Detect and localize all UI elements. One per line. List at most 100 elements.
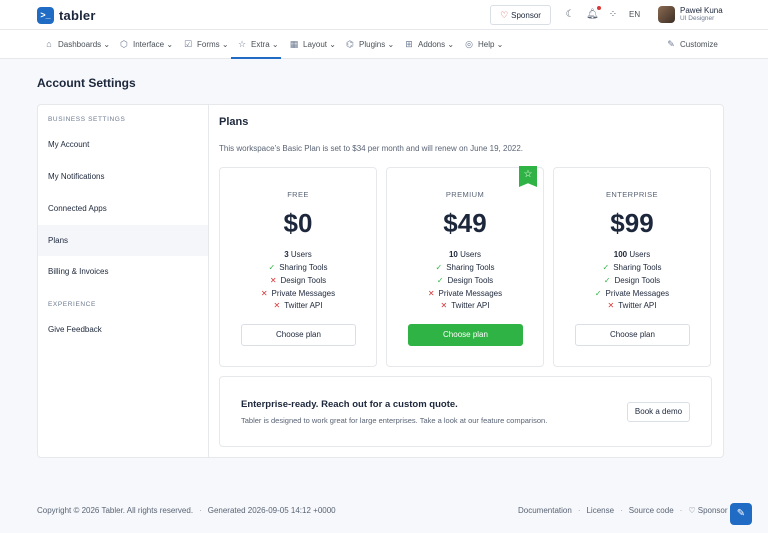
- page-title: Account Settings: [37, 76, 136, 90]
- x-icon: ✕: [440, 301, 448, 310]
- users-count: 100: [613, 250, 628, 259]
- plan-users: 3 Users: [220, 250, 376, 260]
- home-icon: ⌂: [46, 39, 52, 49]
- chevron-down-icon: ⌄: [445, 40, 455, 49]
- avatar[interactable]: [658, 6, 675, 23]
- sponsor-button[interactable]: ♡ Sponsor: [490, 5, 551, 25]
- tabler-logo-icon[interactable]: >_: [37, 7, 54, 24]
- sidebar-item-my-account[interactable]: My Account: [38, 129, 208, 160]
- feature-label: Sharing Tools: [279, 263, 328, 272]
- nav-plugins[interactable]: ⌬ Plugins ⌄: [345, 30, 394, 59]
- footer-links: Documentation · License · Source code · ♡ Spon…: [518, 506, 728, 515]
- nav-label: Customize: [680, 40, 718, 49]
- sidebar-item-billing[interactable]: Billing & Invoices: [38, 256, 208, 287]
- puzzle-icon: ⌬: [346, 39, 354, 49]
- book-demo-button[interactable]: Book a demo: [627, 402, 690, 422]
- sidebar-item-plans[interactable]: Plans: [38, 225, 208, 256]
- apps-icon[interactable]: ⁘: [607, 9, 619, 21]
- nav-help[interactable]: ◎ Help ⌄: [464, 30, 503, 59]
- user-name[interactable]: Paweł Kuna: [680, 6, 723, 15]
- nav-layout[interactable]: ▦ Layout ⌄: [289, 30, 336, 59]
- plan-price: $0: [283, 208, 313, 238]
- nav-interface[interactable]: ⬡ Interface ⌄: [119, 30, 173, 59]
- checkbox-icon: ☑: [183, 39, 193, 49]
- chevron-down-icon: ⌄: [327, 40, 336, 49]
- choose-plan-enterprise-button[interactable]: Choose plan: [575, 324, 690, 346]
- nav-addons[interactable]: ⊞ Addons ⌄: [404, 30, 454, 59]
- check-icon: ✓: [435, 263, 443, 272]
- plan-feature: ✕ Private Messages: [220, 289, 376, 299]
- nav-forms[interactable]: ☑ Forms ⌄: [183, 30, 229, 59]
- plans-heading: Plans: [219, 116, 249, 128]
- x-icon: ✕: [607, 301, 615, 310]
- plan-name: Enterprise: [606, 190, 658, 199]
- footer-link-license[interactable]: License: [586, 506, 614, 515]
- plan-name: Free: [287, 190, 309, 199]
- nav-dashboards[interactable]: ⌂ Dashboards ⌄: [44, 30, 110, 59]
- plan-price: $99: [610, 208, 654, 238]
- lifebuoy-icon: ◎: [465, 39, 473, 49]
- chevron-down-icon: ⌄: [101, 40, 111, 49]
- main-nav: ⌂ Dashboards ⌄ ⬡ Interface ⌄ ☑ Forms ⌄ ☆ Ext…: [0, 30, 768, 59]
- sidebar-item-connected-apps[interactable]: Connected Apps: [38, 193, 208, 224]
- plan-card-free: Free $0 3 Users ✓ Sharing Tools ✕ Design T…: [219, 167, 377, 367]
- chevron-down-icon: ⌄: [269, 40, 279, 49]
- feature-label: Twitter API: [618, 301, 657, 310]
- separator: ·: [199, 506, 202, 515]
- users-count: 3: [284, 250, 289, 259]
- plan-price: $49: [443, 208, 487, 238]
- users-count: 10: [448, 250, 458, 259]
- plan-feature: ✓ Sharing Tools: [554, 263, 710, 273]
- x-icon: ✕: [269, 276, 277, 285]
- x-icon: ✕: [427, 289, 435, 298]
- sidebar-item-give-feedback[interactable]: Give Feedback: [38, 314, 208, 345]
- separator: ·: [620, 506, 623, 515]
- nav-label: Addons: [418, 40, 446, 49]
- plan-feature: ✓ Private Messages: [554, 289, 710, 299]
- separator: ·: [577, 506, 581, 515]
- nav-customize[interactable]: ✎ Customize: [666, 30, 718, 59]
- footer-link-documentation[interactable]: Documentation: [518, 506, 572, 515]
- footer-link-source-code[interactable]: Source code: [629, 506, 674, 515]
- brush-icon: ✎: [736, 508, 746, 519]
- plan-users: 100 Users: [554, 250, 710, 260]
- enterprise-cta-card: Enterprise-ready. Reach out for a custom…: [219, 376, 712, 447]
- bell-icon[interactable]: 🔔︎: [586, 9, 599, 21]
- x-icon: ✕: [260, 289, 268, 298]
- plan-users: 10 Users: [387, 250, 543, 260]
- generated-text: Generated 2026-09-05 14:12 +0000: [207, 506, 336, 515]
- check-icon: ✓: [603, 276, 611, 285]
- settings-brush-fab[interactable]: ✎: [730, 503, 752, 525]
- plan-card-premium: ☆ Premium $49 10 Users ✓ Sharing Tools ✓ D…: [386, 166, 544, 367]
- choose-plan-free-button[interactable]: Choose plan: [241, 324, 356, 346]
- check-icon: ✓: [594, 289, 602, 298]
- feature-label: Design Tools: [614, 276, 661, 285]
- brand-name[interactable]: tabler: [59, 7, 96, 24]
- footer-link-sponsor[interactable]: ♡ Sponsor: [688, 506, 727, 515]
- users-label: Users: [460, 250, 482, 259]
- heart-icon: ♡: [688, 506, 698, 515]
- feature-label: Twitter API: [284, 301, 323, 310]
- chevron-down-icon: ⌄: [219, 40, 229, 49]
- feature-label: Private Messages: [605, 289, 670, 298]
- sidebar-item-notifications[interactable]: My Notifications: [38, 161, 208, 192]
- chevron-down-icon: ⌄: [164, 40, 174, 49]
- plan-feature: ✕ Twitter API: [220, 301, 376, 311]
- sponsor-label: Sponsor: [511, 11, 541, 20]
- feature-label: Sharing Tools: [613, 263, 662, 272]
- feature-label: Private Messages: [438, 289, 503, 298]
- settings-sidebar: Business settings My Account My Notifica…: [38, 105, 209, 457]
- moon-icon[interactable]: ☾: [564, 9, 576, 21]
- language-selector[interactable]: EN: [629, 10, 640, 19]
- nav-extra[interactable]: ☆ Extra ⌄: [231, 30, 281, 59]
- enterprise-description: Tabler is designed to work great for lar…: [241, 416, 548, 425]
- plan-card-enterprise: Enterprise $99 100 Users ✓ Sharing Tools …: [553, 167, 711, 367]
- top-header: >_ tabler ♡ Sponsor ☾ 🔔︎ ⁘ EN Paweł Kuna …: [0, 0, 768, 30]
- nav-label: Dashboards: [58, 40, 102, 49]
- users-label: Users: [629, 250, 651, 259]
- choose-plan-premium-button[interactable]: Choose plan: [408, 324, 523, 346]
- footer-left: Copyright © 2026 Tabler. All rights rese…: [37, 506, 336, 515]
- nav-label: Plugins: [359, 40, 386, 49]
- plan-name: Premium: [445, 190, 485, 199]
- star-icon: ☆: [237, 39, 247, 49]
